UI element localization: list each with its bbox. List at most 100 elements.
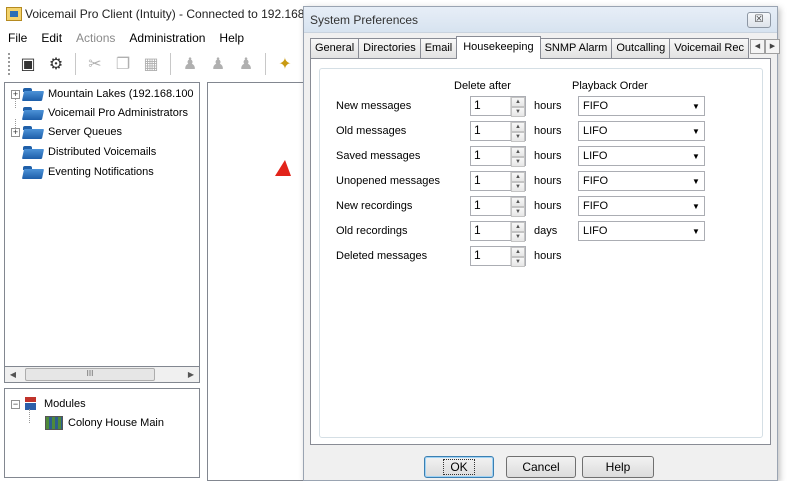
spin-down-icon[interactable]: ▼	[511, 257, 525, 267]
save-icon[interactable]: ▣	[17, 53, 39, 75]
module-icon	[45, 416, 63, 430]
spin-down-icon[interactable]: ▼	[511, 157, 525, 167]
tab-scroller: ◀ ▶	[749, 39, 780, 58]
unit-label: hours	[534, 150, 562, 162]
tree-item-colony-house-main[interactable]: Colony House Main	[45, 414, 164, 432]
spinner-value[interactable]: 1	[471, 122, 510, 140]
cut-icon[interactable]: ✂	[84, 53, 106, 75]
tab-snmp-alarm[interactable]: SNMP Alarm	[539, 38, 613, 58]
spin-up-icon[interactable]: ▲	[511, 172, 525, 182]
saved-messages-spinner[interactable]: 1 ▲ ▼	[470, 146, 526, 167]
spin-up-icon[interactable]: ▲	[511, 122, 525, 132]
tab-email[interactable]: Email	[419, 38, 458, 58]
tree-item-voicemail-pro-administrators[interactable]: Voicemail Pro Administrators	[11, 104, 188, 122]
paste-icon[interactable]: ▦	[140, 53, 162, 75]
new-recordings-spinner[interactable]: 1 ▲ ▼	[470, 196, 526, 217]
scroll-track[interactable]: III	[21, 368, 183, 381]
menu-actions[interactable]: Actions	[76, 31, 115, 45]
old-messages-spinner[interactable]: 1 ▲ ▼	[470, 121, 526, 142]
users-icon[interactable]: ♟	[207, 53, 229, 75]
modules-tree[interactable]: − Modules Colony House Main	[4, 388, 200, 478]
new-recordings-playback-select[interactable]: FIFO ▼	[578, 196, 705, 216]
spin-up-icon[interactable]: ▲	[511, 147, 525, 157]
unit-label: hours	[534, 100, 562, 112]
chevron-down-icon[interactable]: ▼	[688, 102, 704, 111]
expand-icon[interactable]: +	[11, 127, 20, 137]
collapse-icon[interactable]: −	[11, 399, 20, 409]
spin-up-icon[interactable]: ▲	[511, 222, 525, 232]
unopened-messages-spinner[interactable]: 1 ▲ ▼	[470, 171, 526, 192]
unit-label: hours	[534, 250, 562, 262]
row-label-old-messages: Old messages	[336, 125, 407, 137]
dialog-titlebar[interactable]: System Preferences	[304, 7, 777, 33]
copy-icon[interactable]: ❐	[112, 53, 134, 75]
menu-help[interactable]: Help	[219, 31, 244, 45]
scroll-left-icon[interactable]: ◀	[5, 370, 21, 379]
spinner-value[interactable]: 1	[471, 247, 510, 265]
toolbar: ▣ ⚙ ✂ ❐ ▦ ♟ ♟ ♟ ✦	[0, 48, 310, 80]
tree-item-modules[interactable]: − Modules	[11, 395, 86, 413]
spin-up-icon[interactable]: ▲	[511, 247, 525, 257]
spinner-value[interactable]: 1	[471, 222, 510, 240]
help-button[interactable]: Help	[582, 456, 654, 478]
menu-administration[interactable]: Administration	[129, 31, 205, 45]
callflow-canvas[interactable]	[207, 82, 303, 481]
row-label-old-recordings: Old recordings	[336, 225, 408, 237]
tab-scroll-right-icon[interactable]: ▶	[764, 39, 780, 54]
tab-scroll-left-icon[interactable]: ◀	[749, 39, 765, 54]
tree-item-eventing-notifications[interactable]: Eventing Notifications	[11, 163, 154, 181]
star-icon[interactable]: ✦	[274, 53, 296, 75]
tab-housekeeping[interactable]: Housekeeping	[456, 36, 541, 59]
chevron-down-icon[interactable]: ▼	[688, 127, 704, 136]
saved-messages-playback-select[interactable]: LIFO ▼	[578, 146, 705, 166]
tab-voicemail-recording[interactable]: Voicemail Rec	[669, 38, 749, 58]
new-messages-spinner[interactable]: 1 ▲ ▼	[470, 96, 526, 117]
chevron-down-icon[interactable]: ▼	[688, 202, 704, 211]
user-icon[interactable]: ♟	[179, 53, 201, 75]
tree-horizontal-scrollbar[interactable]: ◀ III ▶	[4, 366, 200, 383]
chevron-down-icon[interactable]: ▼	[688, 227, 704, 236]
spinner-value[interactable]: 1	[471, 172, 510, 190]
settings-icon[interactable]: ⚙	[45, 53, 67, 75]
toolbar-separator	[75, 53, 76, 75]
remove-user-icon[interactable]: ♟	[235, 53, 257, 75]
folder-tree[interactable]: + Mountain Lakes (192.168.100 Voicemail …	[4, 82, 200, 382]
scroll-right-icon[interactable]: ▶	[183, 370, 199, 379]
new-messages-playback-select[interactable]: FIFO ▼	[578, 96, 705, 116]
spin-down-icon[interactable]: ▼	[511, 107, 525, 117]
tree-item-distributed-voicemails[interactable]: Distributed Voicemails	[11, 143, 156, 161]
close-icon[interactable]: ☒	[747, 12, 771, 28]
spin-down-icon[interactable]: ▼	[511, 132, 525, 142]
housekeeping-group: Delete after Playback Order New messages…	[319, 68, 763, 438]
ok-button[interactable]: OK	[424, 456, 494, 478]
modules-icon	[23, 397, 39, 411]
spinner-value[interactable]: 1	[471, 147, 510, 165]
tree-item-server-queues[interactable]: + Server Queues	[11, 123, 122, 141]
expand-icon[interactable]: +	[11, 89, 20, 99]
deleted-messages-spinner[interactable]: 1 ▲ ▼	[470, 246, 526, 267]
spinner-value[interactable]: 1	[471, 97, 510, 115]
spin-down-icon[interactable]: ▼	[511, 232, 525, 242]
menu-edit[interactable]: Edit	[41, 31, 62, 45]
tab-outcalling[interactable]: Outcalling	[611, 38, 671, 58]
spin-down-icon[interactable]: ▼	[511, 182, 525, 192]
chevron-down-icon[interactable]: ▼	[688, 177, 704, 186]
spin-up-icon[interactable]: ▲	[511, 197, 525, 207]
spinner-value[interactable]: 1	[471, 197, 510, 215]
old-recordings-playback-select[interactable]: LIFO ▼	[578, 221, 705, 241]
select-value: FIFO	[583, 100, 609, 112]
spin-up-icon[interactable]: ▲	[511, 97, 525, 107]
dialog-title: System Preferences	[310, 12, 419, 27]
old-recordings-spinner[interactable]: 1 ▲ ▼	[470, 221, 526, 242]
tree-item-mountain-lakes[interactable]: + Mountain Lakes (192.168.100	[11, 85, 194, 103]
cancel-button[interactable]: Cancel	[506, 456, 576, 478]
chevron-down-icon[interactable]: ▼	[688, 152, 704, 161]
spin-down-icon[interactable]: ▼	[511, 207, 525, 217]
unopened-messages-playback-select[interactable]: FIFO ▼	[578, 171, 705, 191]
tab-directories[interactable]: Directories	[358, 38, 421, 58]
menu-file[interactable]: File	[8, 31, 27, 45]
old-messages-playback-select[interactable]: LIFO ▼	[578, 121, 705, 141]
tab-general[interactable]: General	[310, 38, 360, 58]
toolbar-grip[interactable]	[8, 53, 11, 75]
scroll-thumb[interactable]: III	[25, 368, 155, 381]
